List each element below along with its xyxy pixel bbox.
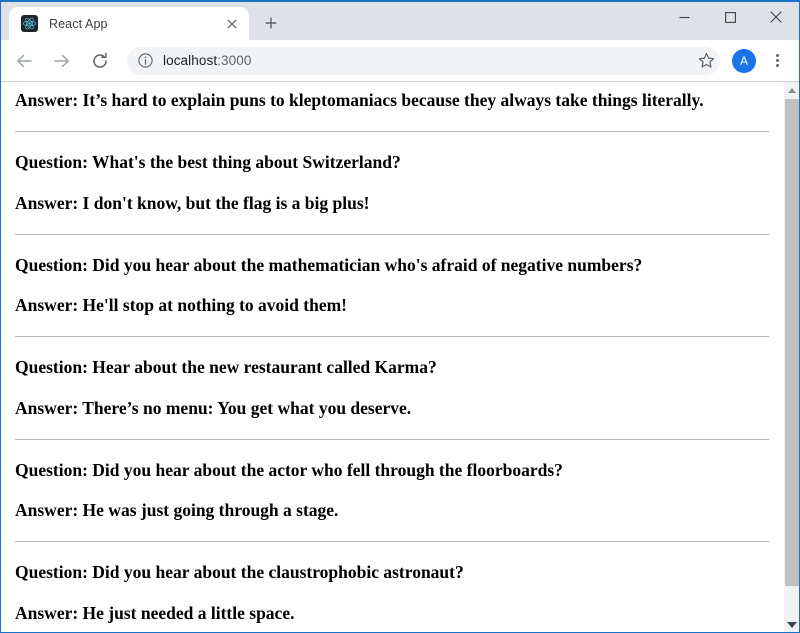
scroll-up-arrow-icon[interactable] bbox=[784, 82, 799, 99]
scroll-down-arrow-icon[interactable] bbox=[784, 616, 799, 632]
browser-menu-button[interactable] bbox=[763, 47, 791, 75]
vertical-scrollbar[interactable] bbox=[783, 82, 799, 632]
three-dot-menu-icon bbox=[775, 53, 779, 68]
reload-icon bbox=[93, 52, 107, 68]
joke-line: Question: Did you hear about the actor w… bbox=[15, 459, 563, 480]
scrollbar-thumb[interactable] bbox=[785, 99, 799, 586]
joke-line: Answer: It’s hard to explain puns to kle… bbox=[15, 90, 704, 110]
tab-strip: React App bbox=[1, 2, 799, 40]
joke-line: Answer: He just needed a little space. bbox=[15, 602, 295, 623]
close-button[interactable] bbox=[753, 2, 799, 32]
star-icon bbox=[698, 52, 714, 68]
back-arrow-icon bbox=[17, 54, 32, 67]
joke-line: Question: Hear about the new restaurant … bbox=[15, 357, 437, 378]
browser-tab-react-app[interactable]: React App bbox=[9, 7, 249, 40]
minimize-icon bbox=[679, 16, 689, 18]
new-tab-button[interactable] bbox=[257, 9, 285, 37]
joke-separator bbox=[15, 541, 769, 543]
browser-window: React App localhost:3000 A Answer: It’s … bbox=[0, 0, 800, 633]
forward-arrow-icon bbox=[54, 54, 69, 67]
info-circle-icon[interactable] bbox=[137, 53, 153, 69]
tab-close-icon[interactable] bbox=[223, 15, 241, 33]
address-bar[interactable]: localhost:3000 bbox=[127, 46, 720, 75]
joke-line: Question: What's the best thing about Sw… bbox=[15, 152, 401, 173]
joke-separator bbox=[15, 131, 769, 133]
url-rest: :3000 bbox=[217, 53, 252, 68]
joke-separator bbox=[15, 336, 769, 338]
maximize-icon bbox=[724, 11, 736, 23]
forward-button[interactable] bbox=[47, 46, 77, 76]
joke-separator bbox=[15, 233, 769, 235]
react-logo-icon bbox=[21, 15, 38, 32]
joke-line: Question: Did you hear about the claustr… bbox=[15, 562, 464, 583]
joke-line: Question: Did you hear about the mathema… bbox=[15, 254, 643, 275]
back-button[interactable] bbox=[9, 46, 39, 76]
joke-line: Answer: He'll stop at nothing to avoid t… bbox=[15, 295, 348, 315]
url-host: localhost bbox=[163, 53, 218, 68]
address-bar-url[interactable]: localhost:3000 bbox=[163, 53, 716, 68]
reload-button[interactable] bbox=[85, 46, 115, 76]
profile-avatar[interactable]: A bbox=[732, 48, 756, 73]
bookmark-button[interactable] bbox=[692, 47, 720, 75]
joke-list: Answer: It’s hard to explain puns to kle… bbox=[1, 82, 783, 632]
joke-line: Answer: I don't know, but the flag is a … bbox=[15, 192, 370, 213]
tab-title: React App bbox=[49, 16, 108, 31]
joke-separator bbox=[15, 438, 769, 440]
maximize-button[interactable] bbox=[707, 2, 753, 32]
browser-toolbar: localhost:3000 A bbox=[1, 40, 799, 82]
window-controls bbox=[661, 2, 799, 32]
page-viewport: Answer: It’s hard to explain puns to kle… bbox=[1, 82, 799, 632]
page-content: Answer: It’s hard to explain puns to kle… bbox=[1, 82, 783, 632]
joke-line: Answer: There’s no menu: You get what yo… bbox=[15, 397, 412, 418]
close-icon bbox=[770, 11, 782, 23]
minimize-button[interactable] bbox=[661, 2, 707, 32]
joke-line: Answer: He was just going through a stag… bbox=[15, 500, 339, 520]
plus-icon bbox=[265, 17, 277, 29]
